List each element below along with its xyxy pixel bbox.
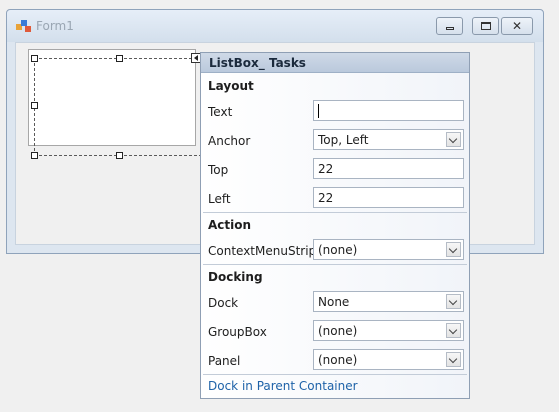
window-title: Form1 [36,19,74,33]
chevron-down-icon [448,244,458,254]
selection-frame [34,58,202,156]
top-value: 22 [318,162,334,176]
section-docking: Docking [208,270,263,284]
chevron-down-icon [448,296,458,306]
text-cursor [318,104,319,118]
top-label: Top [208,163,229,177]
context-menu-strip-value: (none) [318,243,358,257]
panel-dropdown[interactable]: (none) [313,349,464,370]
resize-handle-bottom[interactable] [116,152,123,159]
dock-in-parent-container-link[interactable]: Dock in Parent Container [208,379,358,393]
panel-title: ListBox_ Tasks [209,56,306,70]
minimize-icon [446,27,454,30]
anchor-label: Anchor [208,134,251,148]
left-input[interactable]: 22 [313,187,464,208]
panel-header: ListBox_ Tasks [201,53,469,73]
context-menu-strip-label: ContextMenuStrip [208,244,317,258]
app-form-icon [16,20,32,34]
chevron-down-icon [448,325,458,335]
separator [203,264,467,265]
section-layout: Layout [208,79,254,93]
group-box-dropdown[interactable]: (none) [313,320,464,341]
listbox-tasks-panel: ListBox_ Tasks Layout Text Anchor Top, L… [200,52,470,399]
group-box-label: GroupBox [208,325,267,339]
top-input[interactable]: 22 [313,158,464,179]
group-box-dropdown-button[interactable] [446,323,461,338]
left-label: Left [208,192,231,206]
panel-dropdown-button[interactable] [446,352,461,367]
left-value: 22 [318,191,334,205]
smart-tag-arrow-icon [194,55,198,61]
separator [203,212,467,213]
anchor-dropdown[interactable]: Top, Left [313,129,464,150]
resize-handle-top-left[interactable] [31,55,38,62]
text-input[interactable] [313,100,464,121]
anchor-dropdown-button[interactable] [446,132,461,147]
text-label: Text [208,105,233,119]
panel-value: (none) [318,353,358,367]
maximize-icon [481,22,491,30]
dock-dropdown-button[interactable] [446,294,461,309]
resize-handle-left[interactable] [31,102,38,109]
dock-value: None [318,295,350,309]
panel-label: Panel [208,354,241,368]
form-titlebar: Form1 ✕ [7,10,543,42]
context-menu-strip-dropdown[interactable]: (none) [313,239,464,260]
section-action: Action [208,218,252,232]
minimize-button[interactable] [436,17,463,35]
resize-handle-top[interactable] [116,55,123,62]
resize-handle-bottom-left[interactable] [31,152,38,159]
chevron-down-icon [448,134,458,144]
group-box-value: (none) [318,324,358,338]
dock-dropdown[interactable]: None [313,291,464,312]
separator [203,374,467,375]
maximize-button[interactable] [472,17,499,35]
anchor-value: Top, Left [318,133,369,147]
close-button[interactable]: ✕ [501,17,533,35]
chevron-down-icon [448,354,458,364]
dock-label: Dock [208,296,239,310]
close-icon: ✕ [512,19,523,33]
context-menu-strip-dropdown-button[interactable] [446,242,461,257]
